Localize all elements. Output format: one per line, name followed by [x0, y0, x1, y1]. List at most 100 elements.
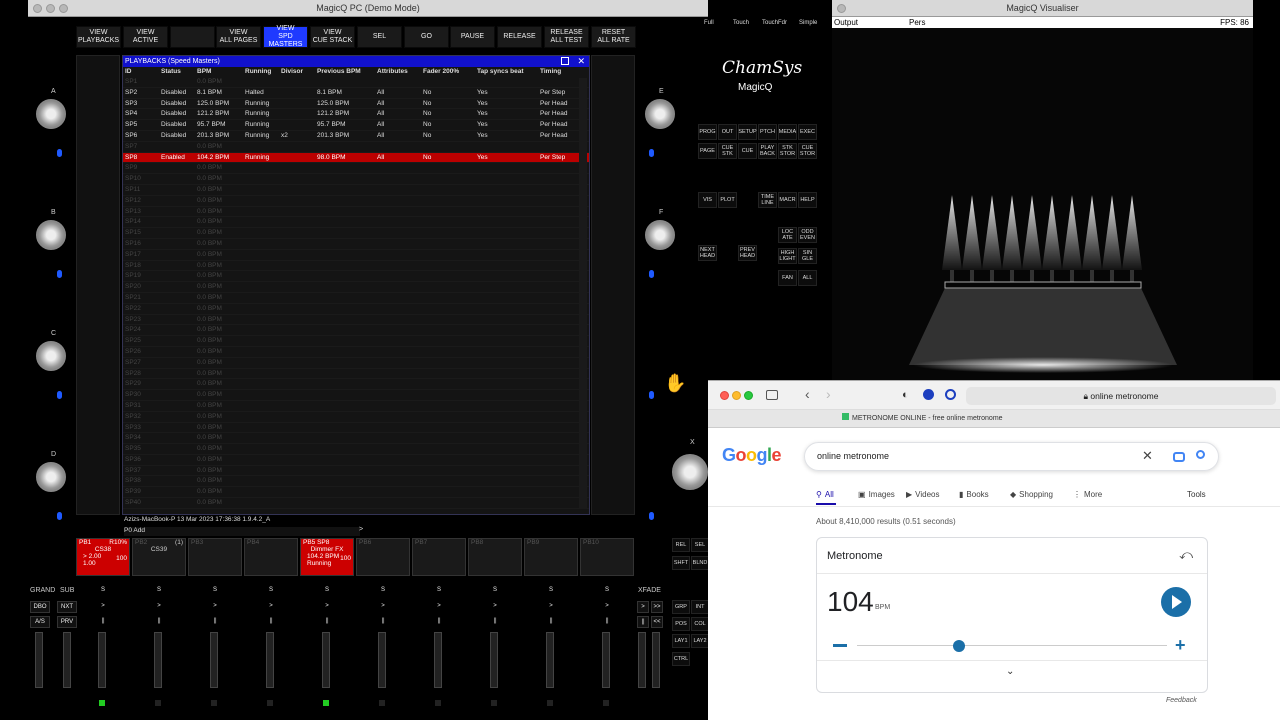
playback-slot[interactable]: PB9	[524, 538, 578, 576]
encoder-wheel-x[interactable]	[672, 454, 708, 490]
console-button-21[interactable]: HIGH LIGHT	[778, 248, 797, 264]
clear-icon[interactable]: ✕	[1142, 448, 1153, 464]
playback-fader[interactable]	[154, 632, 162, 688]
browser-minimize-button[interactable]	[732, 391, 741, 400]
playback-fader[interactable]	[490, 632, 498, 688]
table-row[interactable]: SP27 0.0 BPM	[123, 358, 589, 369]
encoder-wheel-c[interactable]	[36, 341, 66, 371]
increase-tempo-button[interactable]: +	[1175, 636, 1186, 654]
tempo-slider-track[interactable]	[857, 645, 1167, 646]
xfade-forward-button[interactable]: >>	[651, 601, 663, 613]
top-button-7[interactable]: GO	[404, 26, 449, 48]
feedback-link[interactable]: Feedback	[1166, 697, 1197, 704]
xfade-fader-a[interactable]	[638, 632, 646, 688]
playback-fader[interactable]	[210, 632, 218, 688]
table-row[interactable]: SP17 0.0 BPM	[123, 250, 589, 261]
playback-slot[interactable]: PB7	[412, 538, 466, 576]
table-row[interactable]: SP2 Disabled 8.1 BPM Halted 8.1 BPM All No Yes P…	[123, 88, 589, 99]
console-button-11[interactable]: CUE STOR	[798, 143, 817, 159]
fader-pause-button[interactable]: ||	[322, 616, 332, 626]
fader-pause-button[interactable]: ||	[434, 616, 444, 626]
side-button-2[interactable]: POS	[672, 617, 690, 631]
console-button-19[interactable]: LOC ATE	[778, 227, 797, 243]
table-row[interactable]: SP9 0.0 BPM	[123, 163, 589, 175]
table-row[interactable]: SP8 Enabled 104.2 BPM Running 98.0 BPM All No Y…	[123, 152, 589, 164]
fader-go-button[interactable]: >	[98, 601, 108, 611]
fader-go-button[interactable]: >	[210, 601, 220, 611]
xfade-fader-b[interactable]	[652, 632, 660, 688]
console-button-16[interactable]: HELP	[798, 192, 817, 208]
top-button-5[interactable]: VIEW CUE STACK	[310, 26, 355, 48]
fader-s-button[interactable]: S	[266, 585, 276, 595]
fader-s-button[interactable]: S	[378, 585, 388, 595]
encoder-wheel-b[interactable]	[36, 220, 66, 250]
side-button-0[interactable]: GRP	[672, 600, 690, 614]
search-tab-images[interactable]: ▣ Images	[858, 490, 895, 499]
table-row[interactable]: SP23 0.0 BPM	[123, 315, 589, 326]
console-button-1[interactable]: OUT	[718, 124, 737, 140]
minimize-window-button[interactable]	[46, 4, 55, 13]
browser-zoom-button[interactable]	[744, 391, 753, 400]
console-button-10[interactable]: STK STOR	[778, 143, 797, 159]
top-button-2[interactable]	[170, 26, 215, 48]
fader-go-button[interactable]: >	[490, 601, 500, 611]
table-row[interactable]: SP29 0.0 BPM	[123, 379, 589, 391]
table-row[interactable]: SP35 0.0 BPM	[123, 444, 589, 455]
playback-fader[interactable]	[434, 632, 442, 688]
address-bar[interactable]: 🔒︎ online metronome	[966, 387, 1276, 405]
google-logo[interactable]: Google	[722, 445, 782, 466]
search-tab-more[interactable]: ⋮ More	[1073, 490, 1102, 499]
fader-pause-button[interactable]: ||	[602, 616, 612, 626]
console-button-15[interactable]: MACR	[778, 192, 797, 208]
table-row[interactable]: SP7 0.0 BPM	[123, 142, 589, 153]
view-touch-button[interactable]: Touch	[733, 20, 749, 26]
table-row[interactable]: SP4 Disabled 121.2 BPM Running 121.2 BPM All N…	[123, 109, 589, 121]
side-button-5[interactable]: LAY2	[691, 634, 709, 648]
camera-icon[interactable]	[1173, 452, 1185, 462]
top-button-4[interactable]: VIEW SPD MASTERS	[263, 25, 308, 48]
browser-tab[interactable]: METRONOME ONLINE - free online metronome	[708, 410, 1280, 428]
zoom-window-button[interactable]	[59, 4, 68, 13]
nxt-button[interactable]: NXT	[57, 601, 77, 613]
console-button-12[interactable]: VIS	[698, 192, 717, 208]
fader-pause-button[interactable]: ||	[266, 616, 276, 626]
tools-link[interactable]: Tools	[1187, 490, 1206, 499]
top-button-8[interactable]: PAUSE	[450, 26, 495, 48]
prv-button[interactable]: PRV	[57, 616, 77, 628]
search-icon[interactable]	[1196, 450, 1205, 459]
playback-fader[interactable]	[98, 632, 106, 688]
decrease-tempo-button[interactable]	[833, 644, 847, 647]
table-row[interactable]: SP32 0.0 BPM	[123, 412, 589, 423]
playback-fader[interactable]	[602, 632, 610, 688]
table-row[interactable]: SP10 0.0 BPM	[123, 174, 589, 185]
playback-slot[interactable]: PB4	[244, 538, 298, 576]
search-tab-shopping[interactable]: ◆ Shopping	[1010, 490, 1053, 499]
xfade-back-button[interactable]: >	[637, 601, 649, 613]
top-button-6[interactable]: SEL	[357, 26, 402, 48]
menu-pers[interactable]: Pers	[909, 17, 925, 28]
fader-s-button[interactable]: S	[210, 585, 220, 595]
sub-master-fader[interactable]	[63, 632, 71, 688]
fader-s-button[interactable]: S	[154, 585, 164, 595]
table-row[interactable]: SP13 0.0 BPM	[123, 207, 589, 218]
console-button-22[interactable]: SIN GLE	[798, 248, 817, 264]
encoder-wheel-e[interactable]	[645, 99, 675, 129]
fader-pause-button[interactable]: ||	[490, 616, 500, 626]
fader-pause-button[interactable]: ||	[98, 616, 108, 626]
table-row[interactable]: SP5 Disabled 95.7 BPM Running 95.7 BPM All No Y…	[123, 120, 589, 131]
side-button-4[interactable]: LAY1	[672, 634, 690, 648]
fader-go-button[interactable]: >	[266, 601, 276, 611]
table-row[interactable]: SP18 0.0 BPM	[123, 261, 589, 272]
share-icon[interactable]: ⤺	[1179, 547, 1193, 563]
table-row[interactable]: SP19 0.0 BPM	[123, 271, 589, 283]
fader-go-button[interactable]: >	[546, 601, 556, 611]
console-button-0[interactable]: PROG	[698, 124, 717, 140]
xfade-pause-button[interactable]: ||	[637, 616, 649, 628]
top-button-10[interactable]: RELEASE ALL TEST	[544, 26, 589, 48]
top-button-0[interactable]: VIEW PLAYBACKS	[76, 26, 121, 48]
search-tab-all[interactable]: ⚲ All	[816, 490, 834, 499]
fader-s-button[interactable]: S	[546, 585, 556, 595]
search-tab-videos[interactable]: ▶ Videos	[906, 490, 939, 499]
fader-go-button[interactable]: >	[322, 601, 332, 611]
console-button-18[interactable]: PREV HEAD	[738, 245, 757, 261]
